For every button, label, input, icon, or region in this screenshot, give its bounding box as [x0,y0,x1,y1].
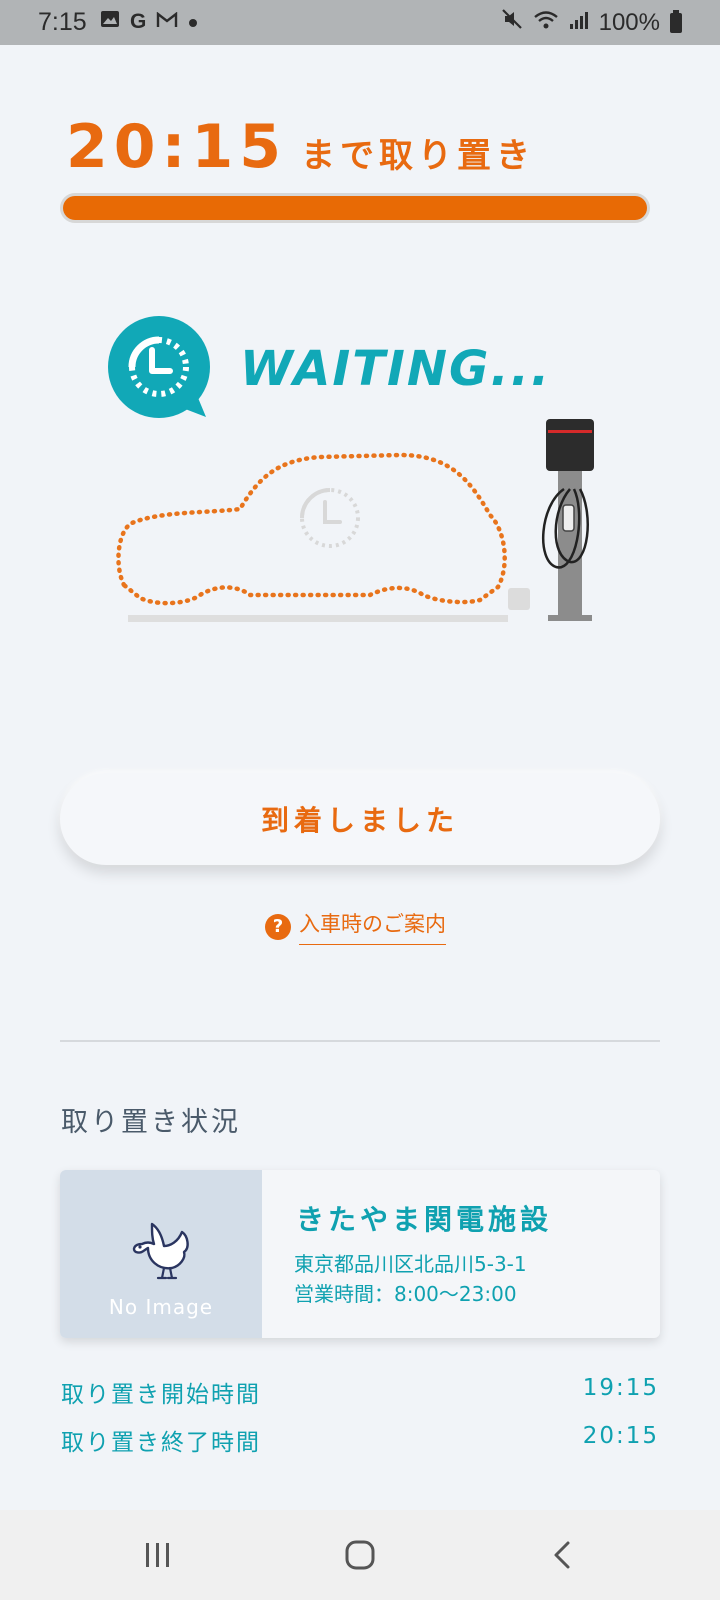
reservation-deadline: 20:15 まで取り置き [66,112,535,182]
reservation-start-row: 取り置き開始時間 19:15 [61,1375,659,1409]
status-bar: 7:15 G 100% [0,0,720,45]
recent-apps-icon [146,1543,169,1567]
gallery-icon [100,10,120,34]
reservation-progress-bar [60,193,650,223]
arrived-button[interactable]: 到着しました [60,773,660,865]
deadline-suffix: まで取り置き [301,136,535,176]
facility-name: きたやま関電施設 [296,1203,553,1236]
question-icon: ? [265,913,291,940]
back-icon [554,1541,570,1569]
reservation-status-title: 取り置き状況 [61,1107,241,1138]
battery-icon [670,9,682,33]
gmail-icon [156,10,178,34]
battery-percent: 100% [598,8,660,36]
car-outline-icon [116,452,507,606]
back-button[interactable] [538,1535,586,1575]
waiting-illustration: WAITING... [100,315,620,645]
start-time-value: 19:15 [582,1375,659,1401]
notification-dot-icon [188,10,198,34]
clock-bubble-icon [108,316,210,418]
end-time-value: 20:15 [582,1423,659,1449]
entry-guide-label: 入車時のご案内 [299,908,446,945]
navigation-bar [0,1510,720,1600]
waiting-label: WAITING... [240,341,551,397]
start-time-label: 取り置き開始時間 [61,1382,261,1408]
progress-fill [63,196,647,220]
facility-address: 東京都品川区北品川5-3-1 [294,1252,527,1276]
no-image-label: No Image [108,1295,214,1319]
bird-icon [132,1222,189,1280]
facility-hours: 営業時間：8:00〜23:00 [294,1282,517,1306]
wifi-icon [533,9,559,37]
home-icon [345,1540,375,1570]
facility-card[interactable]: No Image きたやま関電施設 東京都品川区北品川5-3-1 営業時間：8:… [60,1170,660,1338]
reservation-end-row: 取り置き終了時間 20:15 [61,1423,659,1457]
home-button[interactable] [336,1535,384,1575]
charging-station-icon [541,419,594,621]
deadline-time: 20:15 [66,112,287,182]
section-divider [60,1040,660,1042]
signal-icon [569,9,589,37]
mute-icon [501,8,523,37]
google-icon: G [130,10,147,33]
status-time: 7:15 [38,8,87,36]
recent-apps-button[interactable] [134,1535,182,1575]
entry-guide-link[interactable]: ? 入車時のご案内 [265,908,446,945]
end-time-label: 取り置き終了時間 [61,1430,261,1456]
facility-image-placeholder: No Image [60,1170,262,1338]
